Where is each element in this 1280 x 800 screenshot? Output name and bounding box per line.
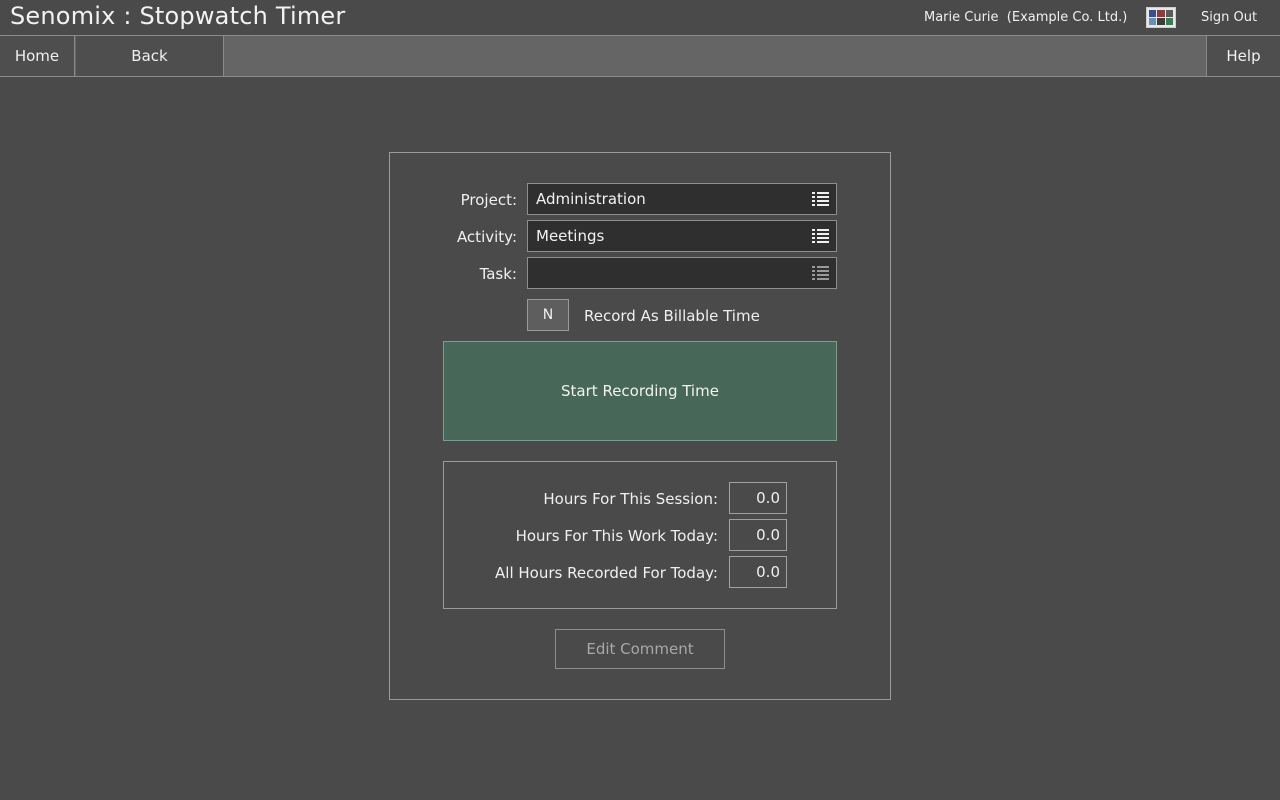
work-today-hours-value: 0.0 bbox=[729, 519, 787, 551]
help-button[interactable]: Help bbox=[1206, 36, 1280, 76]
nav-bar: Home Back Help bbox=[0, 35, 1280, 77]
work-today-hours-label: Hours For This Work Today: bbox=[515, 527, 718, 545]
back-button[interactable]: Back bbox=[76, 36, 224, 76]
home-button[interactable]: Home bbox=[0, 36, 75, 76]
all-today-hours-label: All Hours Recorded For Today: bbox=[495, 564, 718, 582]
sign-out-link[interactable]: Sign Out bbox=[1201, 10, 1257, 25]
start-recording-button[interactable]: Start Recording Time bbox=[443, 341, 837, 441]
project-value: Administration bbox=[536, 190, 646, 208]
list-icon[interactable] bbox=[812, 192, 829, 206]
task-select[interactable] bbox=[527, 257, 837, 289]
list-icon[interactable] bbox=[812, 229, 829, 243]
session-hours-label: Hours For This Session: bbox=[543, 490, 718, 508]
task-label: Task: bbox=[479, 265, 517, 283]
activity-select[interactable]: Meetings bbox=[527, 220, 837, 252]
color-palette-icon[interactable] bbox=[1146, 7, 1176, 28]
all-today-hours-value: 0.0 bbox=[729, 556, 787, 588]
hours-summary: Hours For This Session: 0.0 Hours For Th… bbox=[443, 461, 837, 609]
user-info: Marie Curie (Example Co. Ltd.) bbox=[924, 10, 1128, 25]
billable-label: Record As Billable Time bbox=[584, 307, 760, 325]
project-select[interactable]: Administration bbox=[527, 183, 837, 215]
edit-comment-button[interactable]: Edit Comment bbox=[555, 629, 725, 669]
app-title: Senomix : Stopwatch Timer bbox=[10, 2, 346, 30]
project-label: Project: bbox=[460, 191, 517, 209]
session-hours-value: 0.0 bbox=[729, 482, 787, 514]
activity-value: Meetings bbox=[536, 227, 605, 245]
list-icon[interactable] bbox=[812, 266, 829, 280]
stopwatch-panel: Project: Administration Activity: Meetin… bbox=[389, 152, 891, 700]
activity-label: Activity: bbox=[456, 228, 517, 246]
billable-toggle[interactable]: N bbox=[527, 299, 569, 331]
app-header: Senomix : Stopwatch Timer Marie Curie (E… bbox=[0, 0, 1280, 35]
